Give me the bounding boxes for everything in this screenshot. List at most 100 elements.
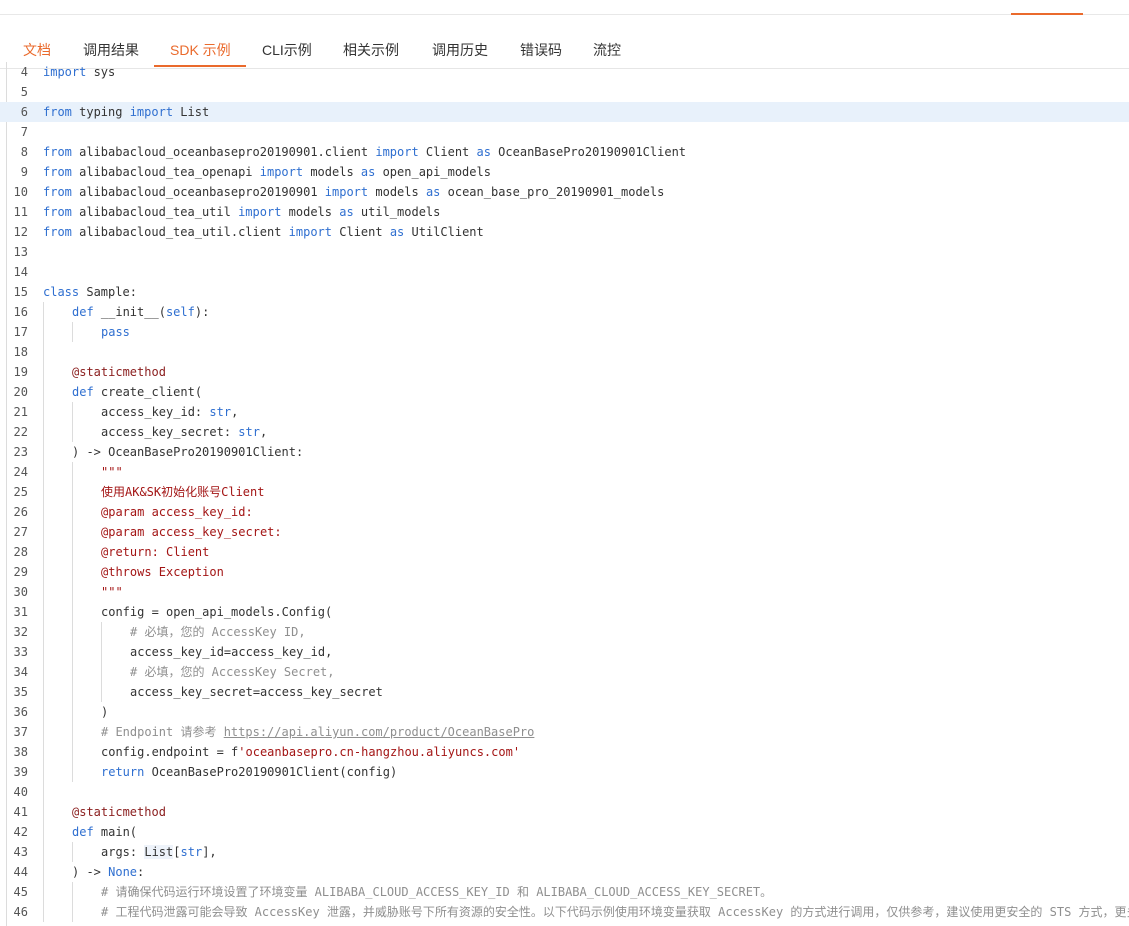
line-number: 37 <box>13 725 28 739</box>
code-token: List <box>173 105 210 119</box>
code-token: ): <box>194 305 210 319</box>
code-line: 24 """ <box>0 462 1129 482</box>
code-text: config.endpoint = f'oceanbasepro.cn-hang… <box>101 742 520 762</box>
indent-guide <box>72 662 73 682</box>
code-token: alibabacloud_tea_util.client <box>71 225 289 239</box>
code-line: 32 # 必填，您的 AccessKey ID, <box>0 622 1129 642</box>
code-text: @return: Client <box>101 542 209 562</box>
code-line: 27 @param access_key_secret: <box>0 522 1129 542</box>
indent-guide <box>43 322 44 342</box>
code-line: 23) -> OceanBasePro20190901Client: <box>0 442 1129 462</box>
code-token: import <box>375 145 419 159</box>
indent-guide <box>43 682 44 702</box>
indent-guide <box>101 622 102 642</box>
code-token: # 请确保代码运行环境设置了环境变量 ALIBABA_CLOUD_ACCESS_… <box>101 885 773 899</box>
line-number: 28 <box>13 545 28 559</box>
code-text: access_key_id: str, <box>101 402 238 422</box>
code-token: """ <box>101 585 123 599</box>
line-number: 8 <box>20 145 28 159</box>
line-number: 10 <box>13 185 28 199</box>
code-token: models <box>281 205 340 219</box>
code-token: return <box>101 765 145 779</box>
code-token: from <box>43 105 72 119</box>
line-number: 42 <box>13 825 28 839</box>
code-line: 10 from alibabacloud_oceanbasepro20190901… <box>0 182 1129 202</box>
code-line: 26 @param access_key_id: <box>0 502 1129 522</box>
code-token: as <box>339 205 354 219</box>
line-number: 43 <box>13 845 28 859</box>
code-token: @staticmethod <box>72 365 166 379</box>
code-token: models <box>303 165 361 179</box>
code-line: 43 args: List[str], <box>0 842 1129 862</box>
code-line: 17 pass <box>0 322 1129 342</box>
code-editor[interactable]: 4 import sys 5 6 from typing import List 7 8 fr… <box>0 62 1129 926</box>
code-token: alibabacloud_oceanbasepro20190901.client <box>71 145 376 159</box>
indent-guide <box>43 562 44 582</box>
indent-guide <box>43 622 44 642</box>
line-number: 30 <box>13 585 28 599</box>
line-number: 40 <box>13 785 28 799</box>
code-token: access_key_id=access_key_id, <box>130 645 333 659</box>
code-line: 15 class Sample: <box>0 282 1129 302</box>
code-token: # 必填，您的 AccessKey ID, <box>130 625 306 639</box>
code-token: import <box>324 185 369 199</box>
line-number: 31 <box>13 605 28 619</box>
indent-guide <box>72 482 73 502</box>
line-number: 29 <box>13 565 28 579</box>
line-number: 16 <box>13 305 28 319</box>
code-text: # Endpoint 请参考 https://api.aliyun.com/pr… <box>101 722 534 742</box>
code-line: 7 <box>0 122 1129 142</box>
indent-guide <box>43 482 44 502</box>
code-line: 42 def main( <box>0 822 1129 842</box>
code-token: # 必填，您的 AccessKey Secret, <box>130 665 335 679</box>
line-number: 27 <box>13 525 28 539</box>
code-token: ) -> <box>72 865 109 879</box>
indent-guide <box>72 882 73 902</box>
code-token: ) <box>101 705 109 719</box>
code-text: ) <box>101 702 108 722</box>
code-text: @throws Exception <box>101 562 224 582</box>
code-token: sys <box>86 65 116 79</box>
code-line: 35 access_key_secret=access_key_secret <box>0 682 1129 702</box>
code-token: Client <box>332 225 390 239</box>
code-line: 37 # Endpoint 请参考 https://api.aliyun.com/… <box>0 722 1129 742</box>
top-bar <box>0 0 1129 15</box>
indent-guide <box>43 422 44 442</box>
code-token: util_models <box>353 205 441 219</box>
indent-guide <box>43 362 44 382</box>
indent-guide <box>43 702 44 722</box>
line-number: 4 <box>20 65 28 79</box>
line-number: 36 <box>13 705 28 719</box>
code-line: 31 config = open_api_models.Config( <box>0 602 1129 622</box>
indent-guide <box>72 322 73 342</box>
code-token: as <box>425 185 441 199</box>
code-token: , <box>259 425 268 439</box>
indent-guide <box>43 722 44 742</box>
code-token[interactable]: https://api.aliyun.com/product/OceanBase… <box>224 725 535 739</box>
code-text: from alibabacloud_tea_util import models… <box>43 202 440 222</box>
code-token: """ <box>101 465 123 479</box>
indent-guide <box>72 422 73 442</box>
indent-guide <box>43 582 44 602</box>
code-text: ) -> None: <box>72 862 144 882</box>
line-number: 23 <box>13 445 28 459</box>
line-number: 25 <box>13 485 28 499</box>
code-token: OceanBasePro20190901Client <box>490 145 687 159</box>
line-number: 21 <box>13 405 28 419</box>
code-token: __init__( <box>93 305 166 319</box>
line-number: 46 <box>13 905 28 919</box>
code-line: 8 from alibabacloud_oceanbasepro20190901.… <box>0 142 1129 162</box>
code-token: def <box>72 305 94 319</box>
code-token: # 工程代码泄露可能会导致 AccessKey 泄露，并威胁账号下所有资源的安全… <box>101 905 1129 919</box>
indent-guide <box>72 742 73 762</box>
line-number: 19 <box>13 365 28 379</box>
indent-guide <box>43 662 44 682</box>
code-text: # 必填，您的 AccessKey Secret, <box>130 662 335 682</box>
code-token: 使用AK&SK初始化账号Client <box>101 485 265 499</box>
indent-guide <box>72 722 73 742</box>
code-line: 34 # 必填，您的 AccessKey Secret, <box>0 662 1129 682</box>
code-token: from <box>43 165 72 179</box>
code-line: 12 from alibabacloud_tea_util.client impo… <box>0 222 1129 242</box>
code-token: Sample: <box>79 285 137 299</box>
code-text: config = open_api_models.Config( <box>101 602 332 622</box>
